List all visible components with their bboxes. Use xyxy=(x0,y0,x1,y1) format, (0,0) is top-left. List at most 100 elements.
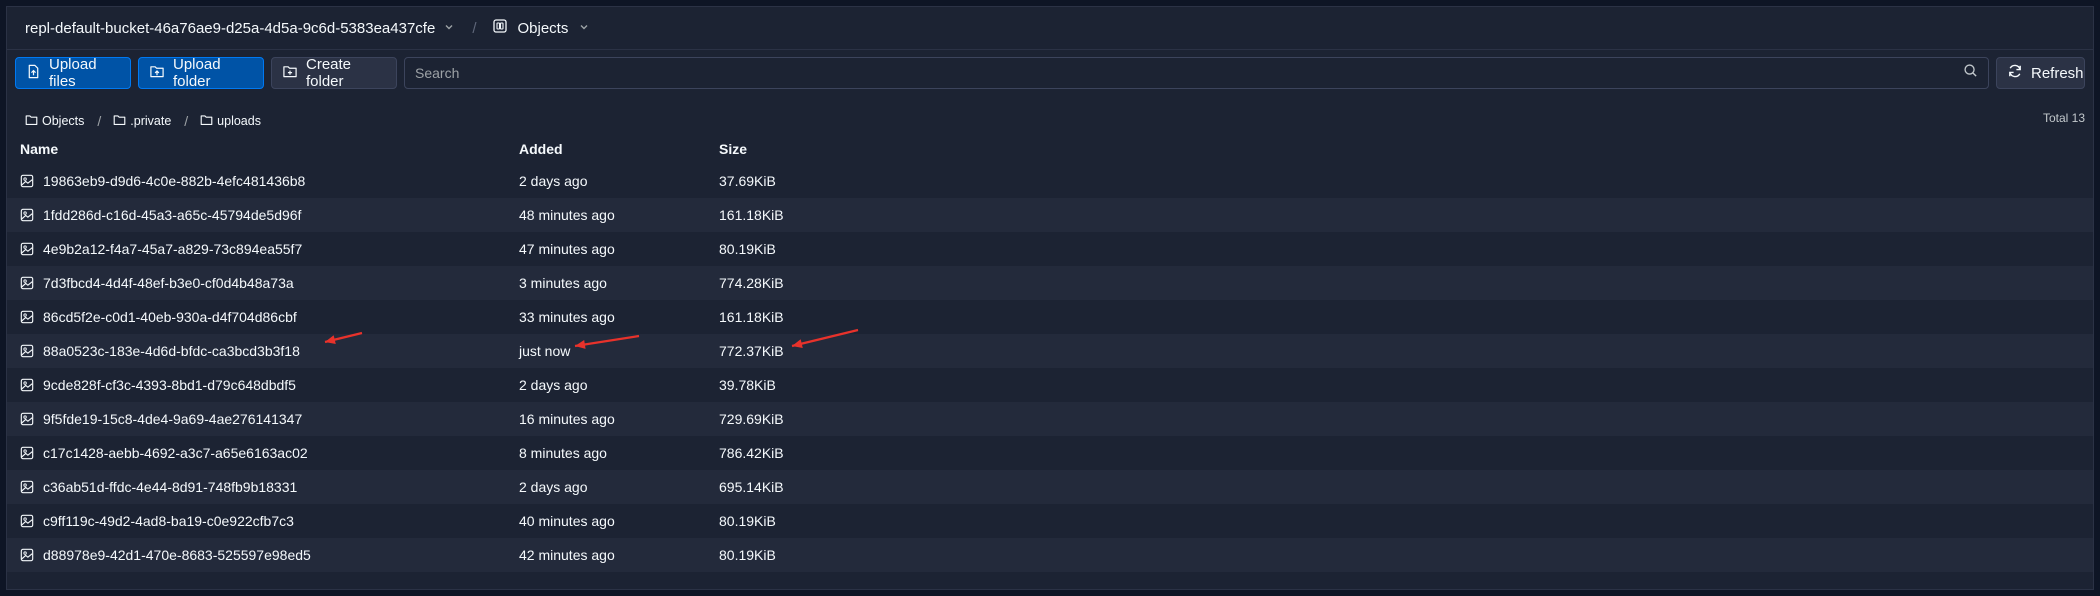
search-input[interactable] xyxy=(413,64,1963,82)
file-added: 3 minutes ago xyxy=(519,275,607,291)
image-file-icon xyxy=(20,174,34,191)
image-file-icon xyxy=(20,480,34,497)
breadcrumb-label: uploads xyxy=(217,114,261,128)
file-added: 48 minutes ago xyxy=(519,207,615,223)
table-row[interactable]: 9cde828f-cf3c-4393-8bd1-d79c648dbdf5 2 da… xyxy=(7,368,2093,402)
image-file-icon xyxy=(20,242,34,259)
file-size: 161.18KiB xyxy=(719,309,784,325)
image-file-icon xyxy=(20,310,34,327)
top-bar: repl-default-bucket-46a76ae9-d25a-4d5a-9… xyxy=(7,7,2093,50)
file-name[interactable]: 86cd5f2e-c0d1-40eb-930a-d4f704d86cbf xyxy=(43,309,297,325)
section-label: Objects xyxy=(517,19,569,37)
chevron-down-icon xyxy=(444,22,454,35)
file-size: 39.78KiB xyxy=(719,377,776,393)
refresh-icon xyxy=(2007,63,2023,83)
breadcrumb-item-uploads[interactable]: uploads xyxy=(200,114,261,129)
chevron-down-icon xyxy=(579,22,589,35)
file-size: 80.19KiB xyxy=(719,241,776,257)
file-name[interactable]: c9ff119c-49d2-4ad8-ba19-c0e922cfb7c3 xyxy=(43,513,294,529)
table-row[interactable]: 88a0523c-183e-4d6d-bfdc-ca3bcd3b3f18 just… xyxy=(7,334,2093,368)
file-size: 37.69KiB xyxy=(719,173,776,189)
total-count: Total 13 xyxy=(2042,111,2085,125)
file-added: 33 minutes ago xyxy=(519,309,615,325)
file-size: 695.14KiB xyxy=(719,479,784,495)
bucket-name: repl-default-bucket-46a76ae9-d25a-4d5a-9… xyxy=(25,19,436,37)
column-header-added[interactable]: Added xyxy=(519,141,563,157)
create-folder-button[interactable]: Create folder xyxy=(271,56,397,90)
table-row[interactable]: 4e9b2a12-f4a7-45a7-a829-73c894ea55f7 47 m… xyxy=(7,232,2093,266)
folder-icon xyxy=(200,114,213,129)
breadcrumb-label: .private xyxy=(130,114,172,128)
search-box[interactable] xyxy=(404,57,1989,89)
file-added: 2 days ago xyxy=(519,479,588,495)
column-header-size[interactable]: Size xyxy=(719,141,747,157)
file-size: 772.37KiB xyxy=(719,343,784,359)
breadcrumb-separator: / xyxy=(97,113,102,129)
table-row[interactable]: 1fdd286d-c16d-45a3-a65c-45794de5d96f 48 m… xyxy=(7,198,2093,232)
column-header-name[interactable]: Name xyxy=(20,141,58,157)
topbar-separator: / xyxy=(472,19,477,37)
file-name[interactable]: 88a0523c-183e-4d6d-bfdc-ca3bcd3b3f18 xyxy=(43,343,300,359)
table-row[interactable]: c17c1428-aebb-4692-a3c7-a65e6163ac02 8 mi… xyxy=(7,436,2093,470)
file-list: 19863eb9-d9d6-4c0e-882b-4efc481436b8 2 da… xyxy=(7,164,2093,572)
table-row[interactable]: 9f5fde19-15c8-4de4-9a69-4ae276141347 16 m… xyxy=(7,402,2093,436)
table-row[interactable]: 7d3fbcd4-4d4f-48ef-b3e0-cf0d4b48a73a 3 mi… xyxy=(7,266,2093,300)
refresh-label: Refresh xyxy=(2031,64,2084,82)
breadcrumb-item-objects[interactable]: Objects xyxy=(25,114,84,129)
upload-files-label: Upload files xyxy=(49,56,97,90)
file-name[interactable]: c17c1428-aebb-4692-a3c7-a65e6163ac02 xyxy=(43,445,308,461)
file-upload-icon xyxy=(26,64,41,83)
file-name[interactable]: 1fdd286d-c16d-45a3-a65c-45794de5d96f xyxy=(43,207,301,223)
objects-section-selector[interactable]: Objects xyxy=(492,18,589,38)
file-added: 16 minutes ago xyxy=(519,411,615,427)
file-added: 8 minutes ago xyxy=(519,445,607,461)
table-row[interactable]: c9ff119c-49d2-4ad8-ba19-c0e922cfb7c3 40 m… xyxy=(7,504,2093,538)
file-added: 40 minutes ago xyxy=(519,513,615,529)
file-added: 2 days ago xyxy=(519,377,588,393)
breadcrumb-item-private[interactable]: .private xyxy=(113,114,171,129)
table-header: Name Added Size xyxy=(7,141,2093,163)
upload-folder-button[interactable]: Upload folder xyxy=(138,56,264,90)
image-file-icon xyxy=(20,548,34,565)
image-file-icon xyxy=(20,208,34,225)
image-file-icon xyxy=(20,514,34,531)
file-name[interactable]: 4e9b2a12-f4a7-45a7-a829-73c894ea55f7 xyxy=(43,241,302,257)
file-name[interactable]: 9f5fde19-15c8-4de4-9a69-4ae276141347 xyxy=(43,411,302,427)
refresh-button[interactable]: Refresh xyxy=(1996,57,2085,89)
toolbar: Upload files Upload folder Create folder xyxy=(15,56,2085,90)
file-added: 42 minutes ago xyxy=(519,547,615,563)
file-size: 729.69KiB xyxy=(719,411,784,427)
file-name[interactable]: 9cde828f-cf3c-4393-8bd1-d79c648dbdf5 xyxy=(43,377,296,393)
file-size: 774.28KiB xyxy=(719,275,784,291)
search-icon[interactable] xyxy=(1963,63,1978,83)
file-name[interactable]: c36ab51d-ffdc-4e44-8d91-748fb9b18331 xyxy=(43,479,297,495)
file-size: 80.19KiB xyxy=(719,547,776,563)
file-added: 2 days ago xyxy=(519,173,588,189)
image-file-icon xyxy=(20,276,34,293)
file-size: 161.18KiB xyxy=(719,207,784,223)
folder-upload-icon xyxy=(149,64,165,83)
breadcrumb-label: Objects xyxy=(42,114,85,128)
upload-files-button[interactable]: Upload files xyxy=(15,56,131,90)
file-added: just now xyxy=(519,343,571,359)
image-file-icon xyxy=(20,378,34,395)
breadcrumb-separator: / xyxy=(184,113,189,129)
bucket-objects-icon xyxy=(492,18,508,38)
breadcrumb: Objects / .private / uploads xyxy=(25,113,261,129)
table-row[interactable]: 86cd5f2e-c0d1-40eb-930a-d4f704d86cbf 33 m… xyxy=(7,300,2093,334)
table-row[interactable]: d88978e9-42d1-470e-8683-525597e98ed5 42 m… xyxy=(7,538,2093,572)
image-file-icon xyxy=(20,344,34,361)
file-added: 47 minutes ago xyxy=(519,241,615,257)
file-name[interactable]: 7d3fbcd4-4d4f-48ef-b3e0-cf0d4b48a73a xyxy=(43,275,294,291)
image-file-icon xyxy=(20,412,34,429)
table-row[interactable]: c36ab51d-ffdc-4e44-8d91-748fb9b18331 2 da… xyxy=(7,470,2093,504)
table-row[interactable]: 19863eb9-d9d6-4c0e-882b-4efc481436b8 2 da… xyxy=(7,164,2093,198)
file-size: 80.19KiB xyxy=(719,513,776,529)
file-name[interactable]: 19863eb9-d9d6-4c0e-882b-4efc481436b8 xyxy=(43,173,305,189)
create-folder-label: Create folder xyxy=(306,56,352,90)
bucket-selector[interactable]: repl-default-bucket-46a76ae9-d25a-4d5a-9… xyxy=(7,20,454,37)
image-file-icon xyxy=(20,446,34,463)
file-size: 786.42KiB xyxy=(719,445,784,461)
folder-icon xyxy=(25,114,38,129)
file-name[interactable]: d88978e9-42d1-470e-8683-525597e98ed5 xyxy=(43,547,311,563)
